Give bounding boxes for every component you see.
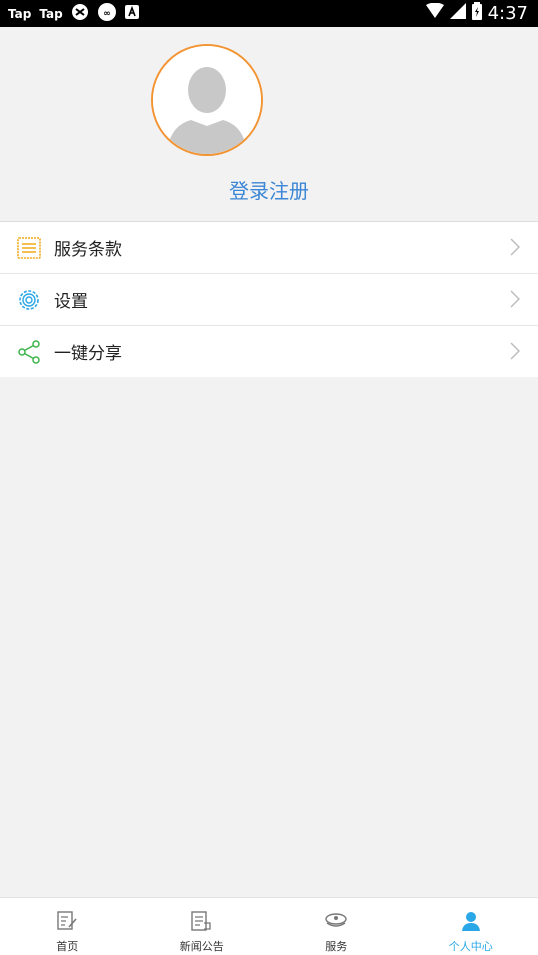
status-right: 4:37 (426, 0, 528, 27)
share-icon (16, 339, 42, 365)
person-icon (460, 911, 482, 935)
status-bar: Tap Tap ∞ 4:37 (0, 0, 538, 27)
menu-item-terms[interactable]: 服务条款 (0, 222, 538, 274)
profile-header: 登录注册 (0, 27, 538, 221)
status-left: Tap Tap ∞ (8, 0, 139, 27)
a-notification-icon (125, 5, 139, 22)
clock: 4:37 (488, 3, 528, 24)
news-icon (190, 911, 214, 935)
infinity-notification-icon: ∞ (97, 3, 117, 24)
tab-label: 首页 (56, 938, 78, 954)
tab-home[interactable]: 首页 (0, 898, 135, 955)
menu-item-settings[interactable]: 设置 (0, 274, 538, 326)
app-notification-icon (71, 3, 89, 24)
bottom-tab-bar: 首页 新闻公告 服务 个人中心 (0, 897, 538, 955)
service-hat-icon (323, 911, 349, 935)
tab-news[interactable]: 新闻公告 (135, 898, 270, 955)
menu-item-share[interactable]: 一键分享 (0, 326, 538, 377)
tab-label: 服务 (325, 938, 347, 954)
battery-icon (472, 2, 482, 25)
tab-label: 新闻公告 (180, 938, 224, 954)
tab-service[interactable]: 服务 (269, 898, 404, 955)
menu-item-label: 一键分享 (54, 339, 122, 364)
tab-label: 个人中心 (449, 938, 493, 954)
menu-item-label: 服务条款 (54, 235, 122, 260)
home-edit-icon (56, 911, 78, 935)
gear-icon (16, 287, 42, 313)
taptap-label-1: Tap (8, 7, 31, 21)
wifi-icon (426, 3, 444, 24)
avatar[interactable] (151, 44, 263, 156)
settings-menu: 服务条款 设置 一键分享 (0, 221, 538, 377)
signal-icon (450, 3, 466, 24)
tab-profile[interactable]: 个人中心 (404, 898, 538, 955)
chevron-right-icon (510, 290, 520, 312)
svg-text:∞: ∞ (103, 9, 111, 19)
login-register-link[interactable]: 登录注册 (0, 175, 538, 204)
default-avatar-icon (153, 46, 261, 154)
chevron-right-icon (510, 342, 520, 364)
document-icon (16, 235, 42, 261)
chevron-right-icon (510, 238, 520, 260)
menu-item-label: 设置 (54, 287, 88, 312)
taptap-label-2: Tap (39, 7, 62, 21)
